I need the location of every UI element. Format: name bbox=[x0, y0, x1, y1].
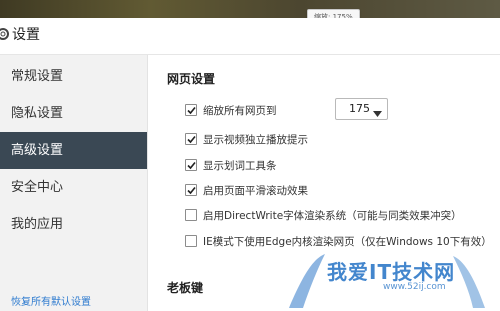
option-label: IE模式下使用Edge内核渲染网页（仅在Windows 10下有效） bbox=[203, 236, 492, 248]
option-label: 显示划词工具条 bbox=[203, 160, 277, 172]
section-title-boss-key: 老板键 bbox=[167, 281, 204, 295]
option-label: 启用页面平滑滚动效果 bbox=[203, 185, 308, 197]
chevron-down-icon bbox=[373, 106, 382, 122]
window-background-strip bbox=[0, 0, 500, 18]
gear-icon bbox=[0, 26, 11, 42]
zoom-all-pages-checkbox[interactable] bbox=[185, 104, 197, 116]
option-label: 缩放所有网页到 bbox=[203, 105, 277, 117]
sidebar-item-advanced[interactable]: 高级设置 bbox=[0, 132, 147, 169]
word-toolbar-checkbox[interactable] bbox=[185, 159, 197, 171]
option-label: 显示视频独立播放提示 bbox=[203, 134, 308, 146]
settings-window: 缩放: 175% 设置 常规设置 隐私设置 高级设置 安全中心 我的应用 恢复所… bbox=[0, 0, 500, 311]
sidebar-item-my-apps[interactable]: 我的应用 bbox=[0, 206, 147, 243]
zoom-level-value: 175 bbox=[349, 102, 370, 115]
settings-header: 设置 bbox=[0, 18, 500, 55]
option-label: 启用DirectWrite字体渲染系统（可能与同类效果冲突） bbox=[203, 210, 462, 222]
zoom-level-select[interactable]: 175 bbox=[335, 98, 388, 120]
video-popup-hint-checkbox[interactable] bbox=[185, 133, 197, 145]
restore-defaults-link[interactable]: 恢复所有默认设置 bbox=[11, 293, 91, 308]
section-title-webpage: 网页设置 bbox=[167, 72, 216, 86]
ie-edge-kernel-checkbox[interactable] bbox=[185, 235, 197, 247]
smooth-scroll-checkbox[interactable] bbox=[185, 184, 197, 196]
settings-content: 网页设置 缩放所有网页到 175 显示视频独立播放提示 显示划词工具条 启用页面… bbox=[148, 55, 500, 311]
page-title: 设置 bbox=[12, 27, 40, 43]
sidebar-item-privacy[interactable]: 隐私设置 bbox=[0, 95, 147, 132]
sidebar-item-general[interactable]: 常规设置 bbox=[0, 58, 147, 95]
sidebar-item-security[interactable]: 安全中心 bbox=[0, 169, 147, 206]
sidebar: 常规设置 隐私设置 高级设置 安全中心 我的应用 恢复所有默认设置 bbox=[0, 55, 148, 311]
directwrite-checkbox[interactable] bbox=[185, 209, 197, 221]
